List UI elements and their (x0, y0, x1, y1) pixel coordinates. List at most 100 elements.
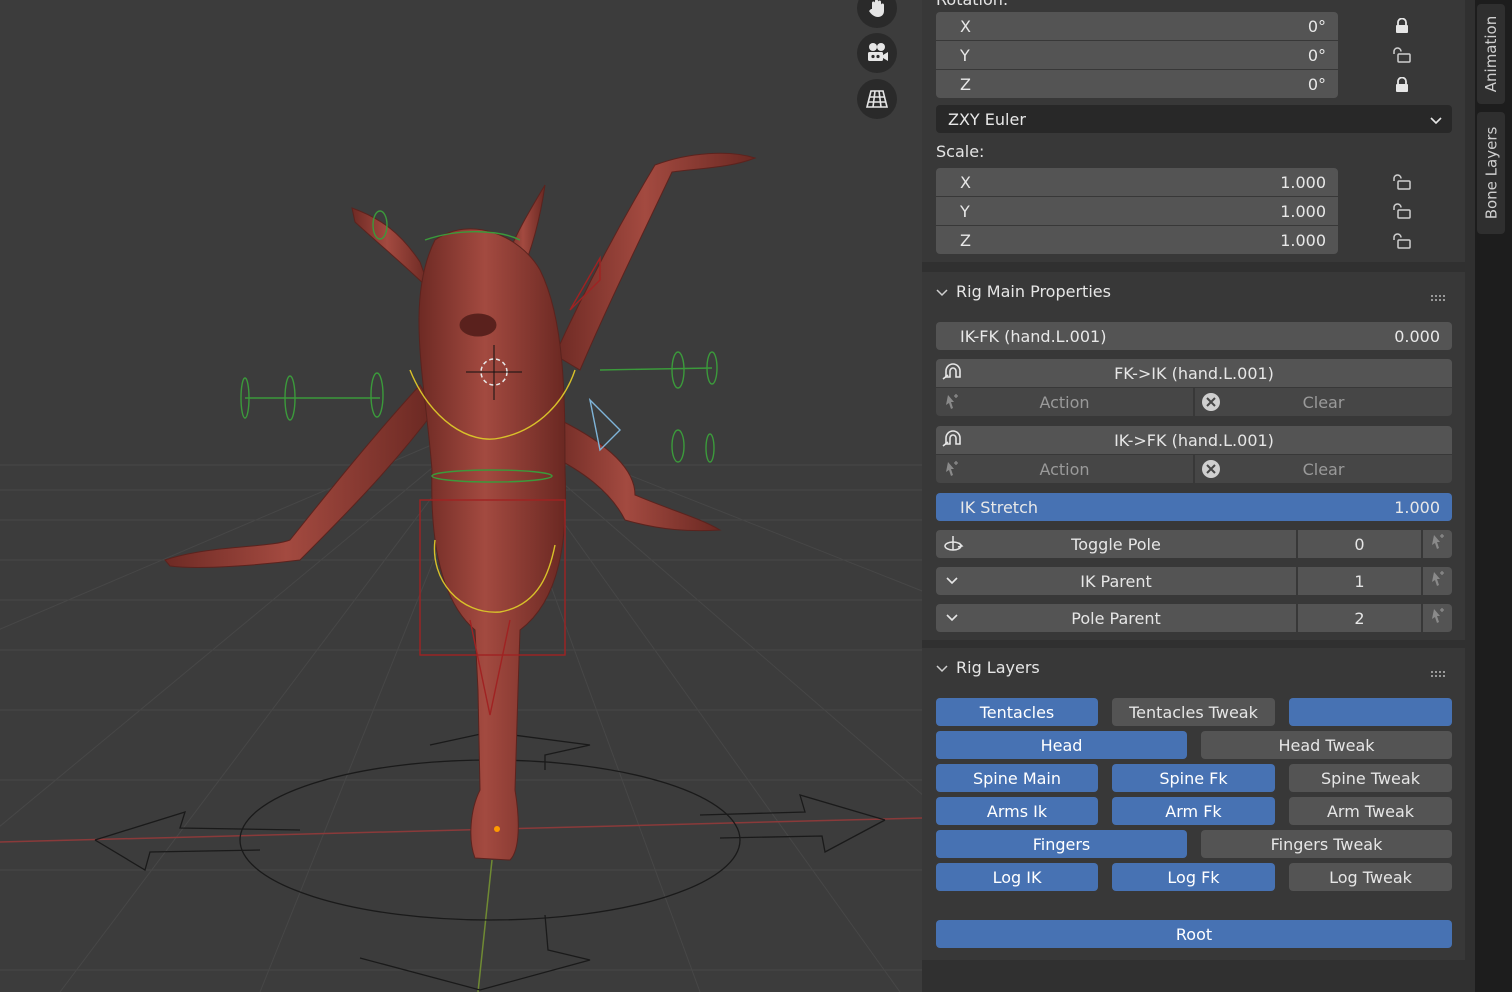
sidebar-tabs: Animation Bone Layers (1475, 0, 1512, 992)
drag-grip-icon[interactable] (1431, 286, 1447, 301)
layer-fingers-tweak-toggle[interactable]: Fingers Tweak (1201, 830, 1452, 858)
scale-x-field[interactable]: X 1.000 (936, 168, 1338, 196)
toggle-pole-button[interactable]: Toggle Pole (936, 530, 1296, 558)
layer-log-tweak-toggle[interactable]: Log Tweak (1289, 863, 1452, 891)
fk-to-ik-clear-button[interactable]: Clear (1195, 388, 1452, 416)
ik-parent-value[interactable]: 1 (1298, 567, 1421, 595)
clear-label: Clear (1302, 392, 1345, 412)
viewport-scene (0, 152, 922, 992)
lock-open-icon[interactable] (1390, 199, 1414, 223)
rig-layers-header[interactable]: Rig Layers (936, 654, 1040, 680)
ik-to-fk-button[interactable]: IK->FK (hand.L.001) (936, 426, 1452, 454)
layer-arms-ik-toggle[interactable]: Arms Ik (936, 797, 1098, 825)
snap-magnet-icon (942, 430, 964, 450)
axis-label: X (960, 16, 971, 36)
layer-tentacles-tweak-toggle[interactable]: Tentacles Tweak (1112, 698, 1275, 726)
fk-to-ik-action-button[interactable]: Action (936, 388, 1193, 416)
tab-label: Bone Layers (1482, 126, 1501, 220)
panel-title: Rig Main Properties (956, 281, 1111, 301)
layer-log-fk-toggle[interactable]: Log Fk (1112, 863, 1275, 891)
bone-pick-icon (942, 392, 962, 412)
clear-x-icon (1201, 459, 1221, 479)
3d-viewport[interactable] (0, 0, 922, 992)
chevron-down-icon (936, 282, 948, 301)
value-text: 1 (1354, 571, 1365, 591)
rotate-pole-icon (942, 533, 964, 555)
tab-bone-layers[interactable]: Bone Layers (1477, 112, 1505, 234)
rotation-x-field[interactable]: X 0° (936, 12, 1338, 40)
drag-grip-icon[interactable] (1431, 662, 1447, 677)
lock-open-icon[interactable] (1390, 43, 1414, 67)
ik-to-fk-action-button[interactable]: Action (936, 455, 1193, 483)
ik-to-fk-label: IK->FK (hand.L.001) (1114, 430, 1274, 450)
rotation-z-field[interactable]: Z 0° (936, 70, 1338, 98)
ik-parent-label: IK Parent (1080, 571, 1152, 591)
clear-x-icon (1201, 392, 1221, 412)
rig-main-header[interactable]: Rig Main Properties (936, 278, 1111, 304)
rig-layers-panel: Rig Layers Tentacles Tentacles Tweak Hea… (922, 648, 1465, 960)
layer-spine-main-toggle[interactable]: Spine Main (936, 764, 1098, 792)
layer-spine-tweak-toggle[interactable]: Spine Tweak (1289, 764, 1452, 792)
transform-subpanel: Rotation: X 0° Y 0° Z 0° (922, 0, 1465, 262)
layer-log-ik-toggle[interactable]: Log IK (936, 863, 1098, 891)
snap-magnet-icon (942, 363, 964, 383)
tab-label: Animation (1482, 15, 1501, 93)
scale-y-field[interactable]: Y 1.000 (936, 197, 1338, 225)
axis-label: X (960, 172, 971, 192)
scale-z-field[interactable]: Z 1.000 (936, 226, 1338, 254)
scale-z-value: 1.000 (1280, 230, 1326, 250)
lock-closed-icon[interactable] (1390, 73, 1414, 97)
layer-head-tweak-toggle[interactable]: Head Tweak (1201, 731, 1452, 759)
rotation-mode-value: ZXY Euler (948, 109, 1026, 129)
lock-open-icon[interactable] (1390, 170, 1414, 194)
layer-arm-tweak-toggle[interactable]: Arm Tweak (1289, 797, 1452, 825)
ik-stretch-label: IK Stretch (960, 497, 1039, 517)
toggle-pole-value[interactable]: 0 (1298, 530, 1421, 558)
ik-stretch-value: 1.000 (1394, 497, 1440, 517)
rotation-y-field[interactable]: Y 0° (936, 41, 1338, 69)
layer-arm-fk-toggle[interactable]: Arm Fk (1112, 797, 1275, 825)
ik-parent-dropdown[interactable]: IK Parent (936, 567, 1296, 595)
pole-parent-value[interactable]: 2 (1298, 604, 1421, 632)
rotation-mode-dropdown[interactable]: ZXY Euler (936, 105, 1452, 133)
chevron-down-icon (946, 614, 958, 622)
layer-spine-fk-toggle[interactable]: Spine Fk (1112, 764, 1275, 792)
lock-closed-icon[interactable] (1390, 14, 1414, 38)
rotation-x-value: 0° (1307, 16, 1326, 36)
value-text: 0 (1354, 534, 1365, 554)
tab-animation[interactable]: Animation (1477, 4, 1505, 104)
character-mesh (164, 152, 757, 861)
rotation-label: Rotation: (936, 0, 1008, 9)
chevron-down-icon (936, 658, 948, 677)
layer-blank-toggle[interactable] (1289, 698, 1452, 726)
layer-tentacles-toggle[interactable]: Tentacles (936, 698, 1098, 726)
scale-label: Scale: (936, 142, 985, 161)
pole-parent-keyframe-button[interactable] (1423, 604, 1452, 632)
ik-to-fk-clear-button[interactable]: Clear (1195, 455, 1452, 483)
ik-parent-keyframe-button[interactable] (1423, 567, 1452, 595)
ik-stretch-slider[interactable]: IK Stretch 1.000 (936, 493, 1452, 521)
ikfk-slider[interactable]: IK-FK (hand.L.001) 0.000 (936, 322, 1452, 350)
lock-open-icon[interactable] (1390, 229, 1414, 253)
pole-parent-label: Pole Parent (1071, 608, 1161, 628)
origin-dot (494, 826, 500, 832)
layer-fingers-toggle[interactable]: Fingers (936, 830, 1187, 858)
toggle-pole-keyframe-button[interactable] (1423, 530, 1452, 558)
action-label: Action (1039, 459, 1090, 479)
layer-root-toggle[interactable]: Root (936, 920, 1452, 948)
action-label: Action (1039, 392, 1090, 412)
bone-pick-icon (1428, 569, 1448, 593)
clear-label: Clear (1302, 459, 1345, 479)
bone-pick-icon (1428, 532, 1448, 556)
sidebar-panel: Rotation: X 0° Y 0° Z 0° (922, 0, 1475, 992)
pole-parent-dropdown[interactable]: Pole Parent (936, 604, 1296, 632)
fk-to-ik-label: FK->IK (hand.L.001) (1114, 363, 1274, 383)
fk-to-ik-button[interactable]: FK->IK (hand.L.001) (936, 359, 1452, 387)
bone-pick-icon (942, 459, 962, 479)
camera-icon[interactable] (857, 33, 897, 73)
grid-perspective-icon[interactable] (857, 79, 897, 119)
chevron-down-icon (1430, 110, 1442, 129)
toggle-pole-label: Toggle Pole (1071, 534, 1161, 554)
layer-head-toggle[interactable]: Head (936, 731, 1187, 759)
panel-title: Rig Layers (956, 657, 1040, 677)
